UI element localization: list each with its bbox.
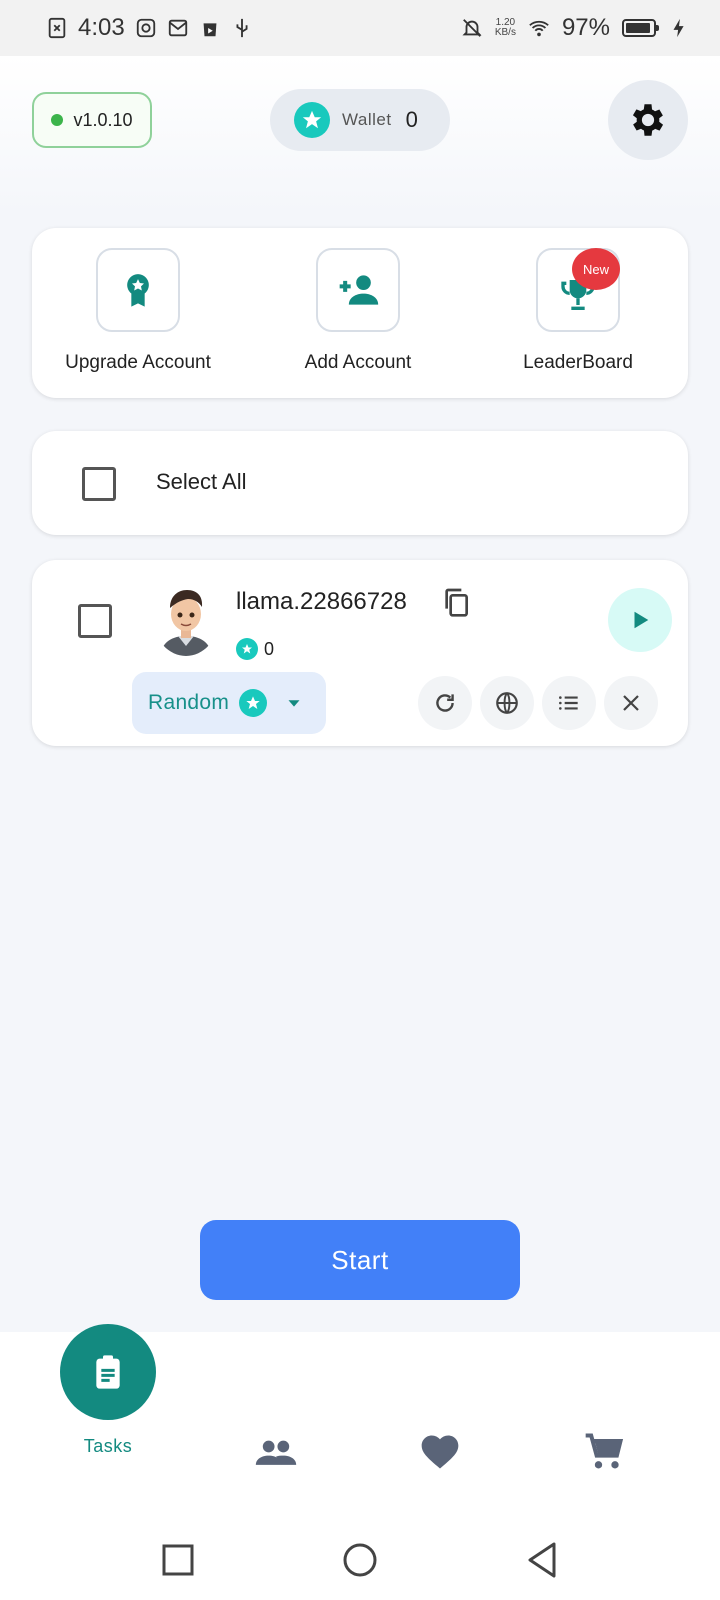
tab-favorites[interactable] [416, 1428, 464, 1476]
add-account-icon-box [316, 248, 400, 332]
heart-icon [421, 1435, 459, 1469]
mode-label: Random [148, 691, 230, 714]
wallet-button[interactable]: Wallet 0 [270, 89, 450, 151]
account-name: llama.22866728 [236, 588, 407, 615]
home-icon[interactable] [340, 1540, 380, 1580]
play-icon [634, 611, 649, 629]
network-speed: 1.20 KB/s [494, 17, 516, 38]
leaderboard-label: LeaderBoard [523, 352, 633, 373]
list-icon [559, 696, 578, 710]
leaderboard-icon-box: New [536, 248, 620, 332]
logs-button[interactable] [542, 676, 596, 730]
mode-dropdown[interactable]: Random [132, 672, 326, 734]
star-coin-icon [236, 638, 258, 660]
refresh-icon [436, 694, 454, 712]
wallet-balance: 0 [405, 107, 418, 132]
play-button[interactable] [608, 588, 672, 652]
globe-icon [496, 692, 518, 714]
start-button[interactable]: Start [200, 1220, 520, 1300]
file-x-icon [48, 17, 66, 39]
battery-percent: 97% [561, 14, 610, 41]
clipboard-icon [96, 1355, 120, 1389]
tab-accounts[interactable] [252, 1428, 300, 1476]
account-coins: 0 [264, 639, 275, 659]
status-bar: 4:03 1.20 KB/s 97% [0, 0, 720, 56]
usb-icon [236, 18, 248, 38]
close-icon [623, 695, 639, 711]
refresh-button[interactable] [418, 676, 472, 730]
status-dot [51, 114, 64, 126]
star-coin-icon [239, 689, 268, 717]
account-checkbox[interactable] [78, 604, 112, 638]
cart-icon [585, 1433, 624, 1469]
proxy-button[interactable] [480, 676, 534, 730]
upgrade-account-button[interactable]: Upgrade Account [48, 248, 228, 374]
leaderboard-button[interactable]: New LeaderBoard [488, 248, 668, 374]
tab-tasks[interactable] [60, 1324, 156, 1420]
tab-tasks-label: Tasks [83, 1436, 133, 1456]
gear-icon [632, 104, 664, 136]
mail-icon [168, 19, 187, 37]
back-icon[interactable] [522, 1540, 562, 1580]
avatar [154, 584, 218, 656]
add-account-label: Add Account [304, 352, 412, 373]
instagram-icon [136, 18, 155, 38]
recents-icon[interactable] [158, 1540, 198, 1580]
dropdown-arrow-icon [288, 700, 300, 707]
upgrade-account-icon-box [96, 248, 180, 332]
select-all-card: Select All [32, 431, 688, 535]
new-badge: New [572, 248, 620, 290]
battery-icon [622, 19, 659, 37]
quick-actions-card: Upgrade Account Add Account New LeaderBo… [32, 228, 688, 398]
add-account-button[interactable]: Add Account [268, 248, 448, 374]
version-label: v1.0.10 [73, 109, 133, 130]
remove-account-button[interactable] [604, 676, 658, 730]
charging-icon [673, 18, 684, 38]
store-icon [203, 23, 217, 37]
copy-icon[interactable] [440, 586, 472, 618]
wallet-label: Wallet [342, 110, 392, 129]
upgrade-account-label: Upgrade Account [65, 352, 211, 373]
add-person-icon [339, 275, 379, 305]
version-badge[interactable]: v1.0.10 [32, 92, 152, 148]
award-ribbon-icon [127, 274, 149, 307]
notifications-off-icon [462, 19, 482, 37]
star-coin-icon [294, 102, 330, 138]
select-all-checkbox[interactable] [82, 467, 116, 501]
settings-button[interactable] [608, 80, 688, 160]
account-card: llama.22866728 0 Random [32, 560, 688, 746]
wifi-icon [529, 20, 549, 37]
people-icon [255, 1440, 297, 1465]
status-time: 4:03 [78, 14, 125, 41]
tab-shop[interactable] [580, 1428, 628, 1476]
select-all-label: Select All [156, 469, 247, 494]
